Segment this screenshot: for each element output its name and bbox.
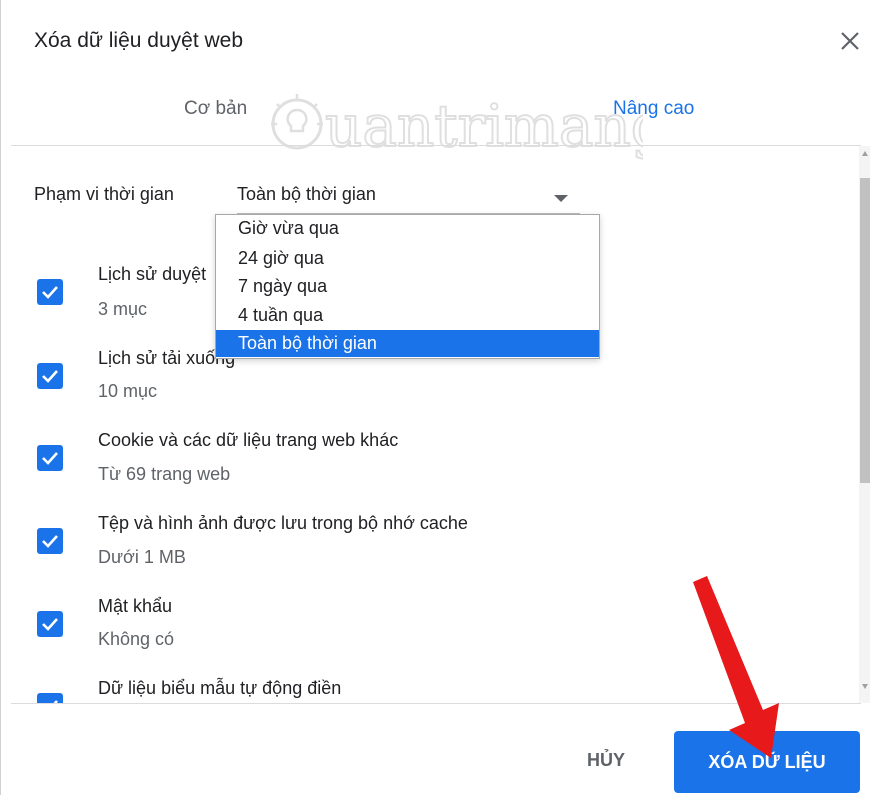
checkbox-history[interactable] bbox=[37, 279, 63, 305]
item-subtitle: 10 mục bbox=[98, 381, 158, 401]
watermark-logo: uantrimang bbox=[271, 91, 643, 161]
time-range-option[interactable]: Giờ vừa qua bbox=[216, 215, 599, 242]
item-title: Cookie và các dữ liệu trang web khác bbox=[98, 430, 399, 450]
item-subtitle: Dưới 1 MB bbox=[98, 547, 186, 567]
close-icon[interactable] bbox=[835, 26, 865, 56]
scroll-up-icon[interactable] bbox=[862, 151, 868, 156]
checkbox-download-history[interactable] bbox=[37, 363, 63, 389]
time-range-option[interactable]: 4 tuần qua bbox=[216, 302, 599, 329]
item-subtitle: 3 mục bbox=[98, 299, 148, 319]
item-title: Tệp và hình ảnh được lưu trong bộ nhớ ca… bbox=[98, 513, 468, 533]
scrollbar-thumb[interactable] bbox=[860, 178, 870, 483]
header-divider bbox=[11, 145, 861, 146]
item-subtitle: Từ 69 trang web bbox=[98, 464, 231, 484]
item-title: Lịch sử duyệt bbox=[98, 264, 207, 284]
time-range-option-selected[interactable]: Toàn bộ thời gian bbox=[216, 330, 599, 357]
checkbox-passwords[interactable] bbox=[37, 611, 63, 637]
item-title: Mật khẩu bbox=[98, 596, 173, 616]
time-range-option[interactable]: 24 giờ qua bbox=[216, 245, 599, 272]
tab-advanced[interactable]: Nâng cao bbox=[613, 98, 694, 120]
checkbox-cookies[interactable] bbox=[37, 445, 63, 471]
red-arrow-icon bbox=[693, 576, 779, 758]
item-title: Dữ liệu biểu mẫu tự động điền bbox=[98, 678, 342, 698]
caret-down-icon bbox=[554, 195, 568, 202]
time-range-label: Phạm vi thời gian bbox=[34, 184, 174, 204]
time-range-value: Toàn bộ thời gian bbox=[237, 184, 376, 204]
watermark-text: uantrimang bbox=[325, 92, 643, 160]
time-range-dropdown: Giờ vừa qua 24 giờ qua 7 ngày qua 4 tuần… bbox=[215, 214, 600, 359]
tab-basic[interactable]: Cơ bản bbox=[184, 98, 247, 120]
clear-browsing-data-dialog: Xóa dữ liệu duyệt web Cơ bản Nâng cao ua… bbox=[0, 0, 870, 795]
scroll-down-icon[interactable] bbox=[862, 684, 868, 689]
time-range-select[interactable]: Toàn bộ thời gian bbox=[237, 181, 580, 214]
list-item: Cookie và các dữ liệu trang web khác Từ … bbox=[1, 428, 851, 508]
item-subtitle: Không có bbox=[98, 629, 175, 649]
checkbox-autofill[interactable] bbox=[37, 693, 63, 703]
cancel-button[interactable]: HỦY bbox=[587, 750, 625, 771]
time-range-option[interactable]: 7 ngày qua bbox=[216, 273, 599, 300]
checkbox-cache[interactable] bbox=[37, 528, 63, 554]
dialog-title: Xóa dữ liệu duyệt web bbox=[34, 29, 244, 52]
